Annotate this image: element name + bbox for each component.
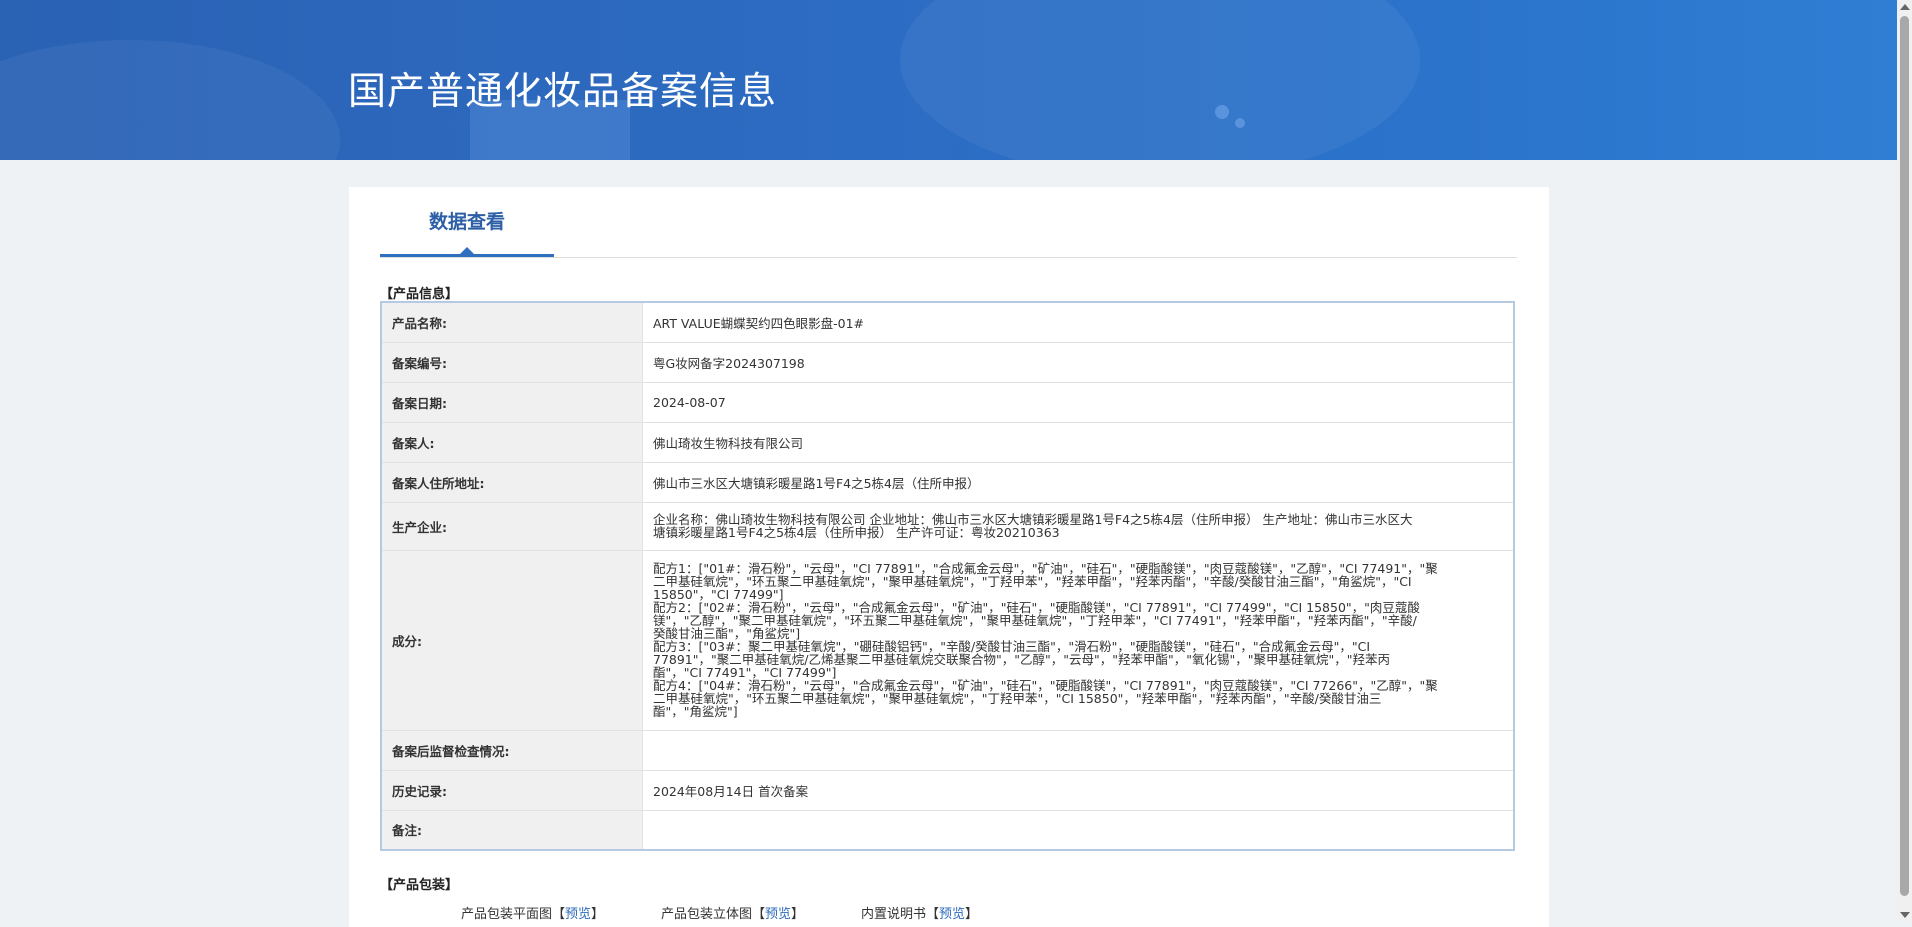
table-row: 备案后监督检查情况: — [381, 730, 1514, 771]
row-label: 备案人: — [381, 422, 643, 463]
bracket-open: 【 — [926, 907, 940, 922]
table-row: 备案日期: 2024-08-07 — [381, 382, 1514, 423]
bracket-open: 【 — [752, 907, 766, 922]
package-item-label: 产品包装平面图 — [461, 907, 553, 922]
table-row: 备案人住所地址: 佛山市三水区大塘镇彩暖星路1号F4之5栋4层（住所申报） — [381, 462, 1514, 503]
page-title: 国产普通化妆品备案信息 — [348, 69, 778, 113]
bracket-close: 】 — [791, 907, 805, 922]
banner-decoration — [1235, 118, 1245, 128]
row-value: 佛山市三水区大塘镇彩暖星路1号F4之5栋4层（住所申报） — [642, 462, 1514, 503]
table-row: 历史记录: 2024年08月14日 首次备案 — [381, 770, 1514, 811]
content-card: 数据查看 【产品信息】 产品名称: ART VALUE蝴蝶契约四色眼影盘-01#… — [349, 187, 1549, 927]
row-value-cell: 配方1：["01#：滑石粉"，"云母"，"CI 77891"，"合成氟金云母"，… — [642, 550, 1514, 731]
preview-link-3d[interactable]: 预览 — [765, 907, 791, 922]
row-label: 备案日期: — [381, 382, 643, 423]
row-label: 备案人住所地址: — [381, 462, 643, 503]
bracket-close: 】 — [965, 907, 979, 922]
row-value: 2024-08-07 — [642, 382, 1514, 423]
banner-decoration — [900, 0, 1420, 160]
tab-label: 数据查看 — [428, 211, 505, 233]
row-label: 备注: — [381, 810, 643, 851]
package-item-label: 产品包装立体图 — [661, 907, 753, 922]
row-value: 企业名称：佛山琦妆生物科技有限公司 企业地址：佛山市三水区大塘镇彩暖星路1号F4… — [653, 512, 1413, 540]
row-value — [642, 810, 1514, 851]
product-info-table: 产品名称: ART VALUE蝴蝶契约四色眼影盘-01# 备案编号: 粤G妆网备… — [380, 301, 1515, 851]
vertical-scrollbar[interactable] — [1897, 0, 1912, 922]
table-row: 成分: 配方1：["01#：滑石粉"，"云母"，"CI 77891"，"合成氟金… — [381, 550, 1514, 731]
table-row: 备注: — [381, 810, 1514, 851]
package-item-3d: 产品包装立体图【预览】 — [661, 903, 804, 922]
banner-decoration — [0, 40, 340, 160]
preview-link-manual[interactable]: 预览 — [939, 907, 965, 922]
scroll-up-icon[interactable] — [1900, 4, 1910, 10]
row-label: 产品名称: — [381, 302, 643, 343]
product-section-title: 【产品信息】 — [380, 287, 459, 302]
row-value: 粤G妆网备字2024307198 — [642, 342, 1514, 383]
ingredients-value: 配方1：["01#：滑石粉"，"云母"，"CI 77891"，"合成氟金云母"，… — [653, 561, 1438, 719]
scroll-thumb[interactable] — [1900, 16, 1909, 896]
row-value-cell: 企业名称：佛山琦妆生物科技有限公司 企业地址：佛山市三水区大塘镇彩暖星路1号F4… — [642, 502, 1514, 551]
bracket-close: 】 — [591, 907, 605, 922]
package-section-title: 【产品包装】 — [380, 878, 459, 893]
row-label: 备案后监督检查情况: — [381, 730, 643, 771]
tab-bar: 数据查看 — [380, 187, 1517, 258]
row-label: 生产企业: — [381, 502, 643, 551]
row-label: 备案编号: — [381, 342, 643, 383]
table-row: 备案编号: 粤G妆网备字2024307198 — [381, 342, 1514, 383]
row-label: 成分: — [381, 550, 643, 731]
bracket-open: 【 — [552, 907, 566, 922]
row-value: 佛山琦妆生物科技有限公司 — [642, 422, 1514, 463]
table-row: 产品名称: ART VALUE蝴蝶契约四色眼影盘-01# — [381, 302, 1514, 343]
scroll-down-icon[interactable] — [1900, 912, 1910, 918]
preview-link-flat[interactable]: 预览 — [565, 907, 591, 922]
row-value: 2024年08月14日 首次备案 — [642, 770, 1514, 811]
row-value: ART VALUE蝴蝶契约四色眼影盘-01# — [642, 302, 1514, 343]
banner-decoration — [1215, 105, 1229, 119]
tab-active-caret-icon — [460, 247, 474, 254]
table-row: 备案人: 佛山琦妆生物科技有限公司 — [381, 422, 1514, 463]
row-label: 历史记录: — [381, 770, 643, 811]
package-item-flat: 产品包装平面图【预览】 — [461, 903, 604, 922]
row-value — [642, 730, 1514, 771]
table-row: 生产企业: 企业名称：佛山琦妆生物科技有限公司 企业地址：佛山市三水区大塘镇彩暖… — [381, 502, 1514, 551]
tab-data-view[interactable]: 数据查看 — [380, 187, 554, 257]
header-banner: 国产普通化妆品备案信息 — [0, 0, 1897, 160]
package-item-manual: 内置说明书【预览】 — [861, 903, 978, 922]
package-item-label: 内置说明书 — [861, 907, 927, 922]
